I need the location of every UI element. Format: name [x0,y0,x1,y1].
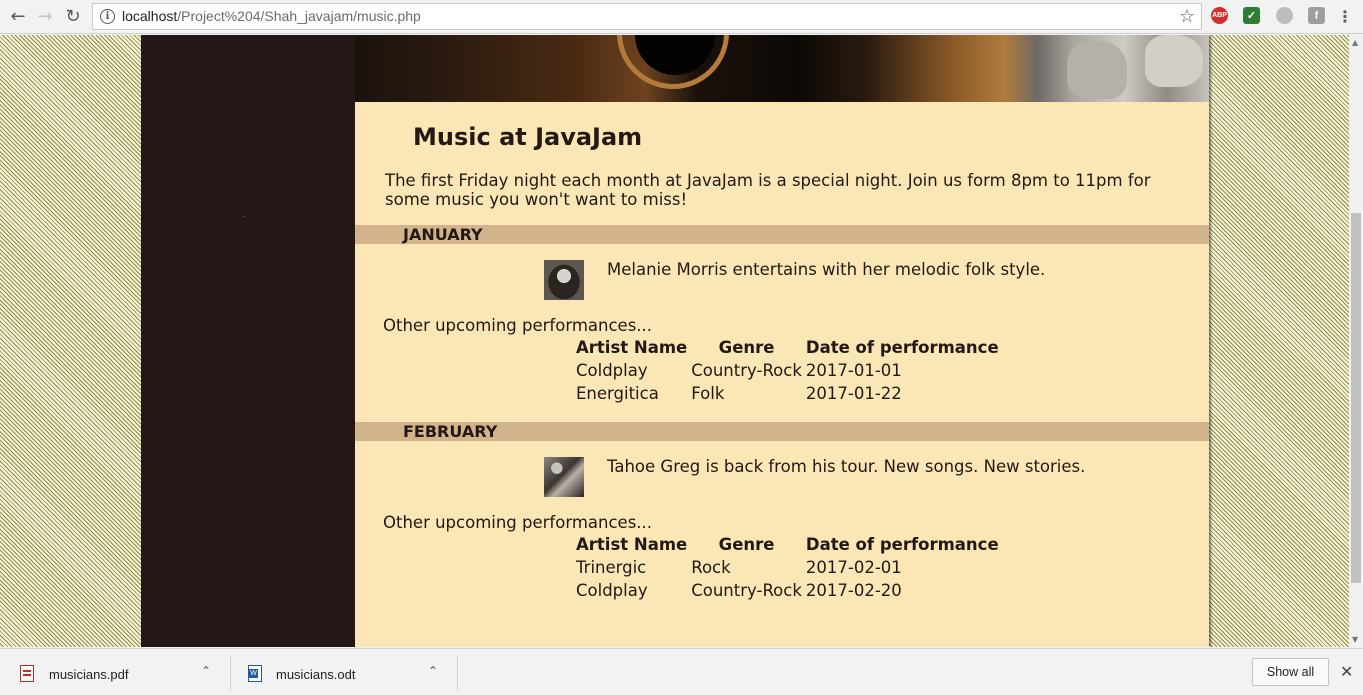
page-wrapper: Music at JavaJam The first Friday night … [141,35,1209,647]
scroll-down-icon[interactable]: ▼ [1352,635,1358,644]
close-icon[interactable]: ✕ [1340,662,1353,681]
date-cell: 2017-01-01 [805,361,902,380]
date-cell: 2017-02-01 [805,558,902,577]
vertical-scrollbar[interactable]: ▲ ▼ [1349,35,1363,647]
left-sidebar [141,35,355,647]
chevron-up-icon[interactable]: ⌃ [201,664,211,678]
font-ext-label: f [1314,9,1319,22]
main-content: Music at JavaJam The first Friday night … [355,102,1209,647]
other-performances-label: Other upcoming performances... [383,513,653,532]
month-name: FEBRUARY [403,422,498,441]
col-genre: Genre [718,338,775,357]
col-genre: Genre [718,535,775,554]
col-date: Date of performance [805,338,999,357]
stone-shape [1145,35,1203,87]
browser-toolbar: ← → ↻ i localhost/Project%204/Shah_javaj… [0,0,1363,34]
sidebar-dot [243,216,245,217]
menu-icon[interactable]: ⋮ [1334,6,1356,28]
page-viewport: Music at JavaJam The first Friday night … [0,35,1349,647]
adblock-label: ABP [1212,12,1227,19]
forward-icon[interactable]: → [34,6,56,28]
page-title: Music at JavaJam [413,123,643,151]
url-text[interactable]: localhost/Project%204/Shah_javajam/music… [122,8,421,24]
pdf-file-icon [20,665,34,682]
reload-icon[interactable]: ↻ [62,6,84,28]
melanie-morris-photo [544,260,584,300]
address-bar[interactable]: i localhost/Project%204/Shah_javajam/mus… [92,3,1202,30]
hero-image [355,35,1209,102]
date-cell: 2017-01-22 [805,384,902,403]
table-row: Coldplay Country-Rock 2017-01-01 [574,359,1001,382]
genre-cell: Rock [691,558,731,577]
word-document-icon: W [248,665,262,682]
intro-text: The first Friday night each month at Jav… [385,171,1151,209]
performances-table-january: Artist Name Genre Date of performance Co… [574,336,1001,405]
month-header-february: FEBRUARY [355,422,1209,441]
chevron-up-icon[interactable]: ⌃ [428,664,438,678]
scroll-up-icon[interactable]: ▲ [1352,38,1358,47]
download-filename: musicians.pdf [49,667,129,682]
artist-cell: Coldplay [576,361,648,380]
download-item[interactable]: W musicians.odt ⌃ [231,655,458,691]
col-artist-name: Artist Name [576,338,688,357]
download-shelf: musicians.pdf ⌃ W musicians.odt ⌃ Show a… [0,648,1363,695]
stone-shape [1067,41,1127,99]
adblock-plus-icon[interactable]: ABP [1211,7,1228,24]
show-all-button[interactable]: Show all [1252,658,1329,686]
info-icon[interactable]: i [100,9,115,24]
featured-performance-text: Tahoe Greg is back from his tour. New so… [607,457,1086,476]
bookmark-star-icon[interactable]: ☆ [1179,6,1195,27]
checklist-label: ✓ [1246,10,1257,22]
checklist-extension-icon[interactable]: ✓ [1243,7,1260,24]
performances-table-february: Artist Name Genre Date of performance Tr… [574,533,1001,602]
tahoe-greg-photo [544,457,584,497]
circle-extension-icon[interactable] [1276,7,1293,24]
url-path: /Project%204/Shah_javajam/music.php [177,8,421,24]
col-date: Date of performance [805,535,999,554]
table-header-row: Artist Name Genre Date of performance [574,533,1001,556]
font-extension-icon[interactable]: f [1308,7,1325,24]
genre-cell: Country-Rock [691,361,802,380]
artist-cell: Trinergic [576,558,647,577]
artist-cell: Coldplay [576,581,648,600]
month-name: JANUARY [403,225,483,244]
table-header-row: Artist Name Genre Date of performance [574,336,1001,359]
artist-cell: Energitica [576,384,659,403]
table-row: Coldplay Country-Rock 2017-02-20 [574,579,1001,602]
url-host: localhost [122,8,178,24]
table-row: Trinergic Rock 2017-02-01 [574,556,1001,579]
download-filename: musicians.odt [276,667,356,682]
table-row: Energitica Folk 2017-01-22 [574,382,1001,405]
featured-performance-text: Melanie Morris entertains with her melod… [607,260,1046,279]
month-header-january: JANUARY [355,225,1209,244]
scrollbar-thumb[interactable] [1351,213,1361,583]
date-cell: 2017-02-20 [805,581,902,600]
genre-cell: Folk [691,384,725,403]
genre-cell: Country-Rock [691,581,802,600]
back-icon[interactable]: ← [7,6,29,28]
col-artist-name: Artist Name [576,535,688,554]
other-performances-label: Other upcoming performances... [383,316,653,335]
download-item[interactable]: musicians.pdf ⌃ [0,655,231,691]
